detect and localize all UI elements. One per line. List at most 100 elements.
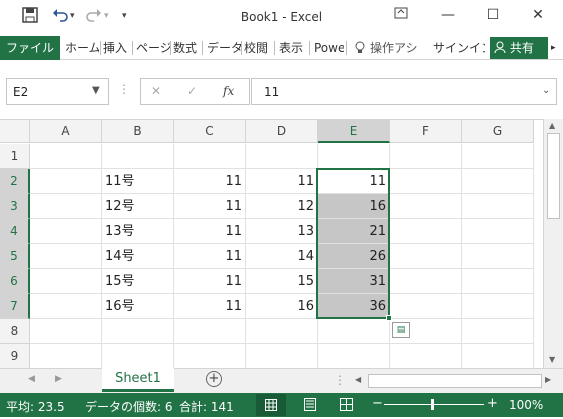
cell-a4[interactable] bbox=[30, 219, 102, 244]
insert-function-icon[interactable]: fx bbox=[223, 84, 234, 98]
cell-f6[interactable] bbox=[390, 269, 462, 294]
fill-handle[interactable] bbox=[386, 315, 392, 321]
add-sheet-icon[interactable]: + bbox=[206, 371, 222, 387]
cell-d5[interactable]: 14 bbox=[246, 244, 318, 269]
cell-c3[interactable]: 11 bbox=[174, 194, 246, 219]
cell-f7[interactable] bbox=[390, 294, 462, 319]
share-button[interactable]: 共有 bbox=[490, 37, 548, 59]
cell-c2[interactable]: 11 bbox=[174, 169, 246, 194]
cell-b2[interactable]: 11号 bbox=[102, 169, 174, 194]
cell-g5[interactable] bbox=[462, 244, 534, 269]
column-header-b[interactable]: B bbox=[102, 120, 174, 143]
tell-me-search[interactable]: 操作アシ bbox=[370, 36, 425, 60]
cell-b5[interactable]: 14号 bbox=[102, 244, 174, 269]
vertical-scrollbar[interactable]: ▲ ▼ bbox=[543, 119, 563, 368]
chevron-down-icon[interactable]: ▼ bbox=[92, 85, 100, 96]
cell-a2[interactable] bbox=[30, 169, 102, 194]
tab-file[interactable]: ファイル bbox=[0, 36, 60, 60]
cell-g4[interactable] bbox=[462, 219, 534, 244]
cell-g1[interactable] bbox=[462, 144, 534, 169]
cell-b6[interactable]: 15号 bbox=[102, 269, 174, 294]
name-box[interactable]: E2 ▼ bbox=[6, 78, 109, 105]
cell-c6[interactable]: 11 bbox=[174, 269, 246, 294]
column-header-d[interactable]: D bbox=[246, 120, 318, 143]
cell-d3[interactable]: 12 bbox=[246, 194, 318, 219]
tab-page-layout[interactable]: ページ bbox=[136, 36, 170, 60]
cell-d4[interactable]: 13 bbox=[246, 219, 318, 244]
cell-d7[interactable]: 16 bbox=[246, 294, 318, 319]
zoom-slider[interactable] bbox=[384, 404, 484, 405]
maximize-icon[interactable]: ☐ bbox=[478, 4, 508, 26]
page-break-preview-button[interactable] bbox=[340, 398, 353, 414]
cell-g7[interactable] bbox=[462, 294, 534, 319]
tab-power[interactable]: Powe bbox=[314, 36, 344, 60]
column-header-a[interactable]: A bbox=[30, 120, 102, 143]
sheet-tab-sheet1[interactable]: Sheet1 bbox=[102, 368, 174, 392]
cell-a9[interactable] bbox=[30, 344, 102, 368]
enter-icon[interactable]: ✓ bbox=[187, 84, 197, 98]
tab-home[interactable]: ホーム bbox=[65, 36, 99, 60]
ribbon-display-icon[interactable] bbox=[386, 4, 416, 26]
zoom-slider-thumb[interactable] bbox=[431, 399, 434, 410]
cell-d6[interactable]: 15 bbox=[246, 269, 318, 294]
cell-c1[interactable] bbox=[174, 144, 246, 169]
cell-d9[interactable] bbox=[246, 344, 318, 368]
cell-a6[interactable] bbox=[30, 269, 102, 294]
row-header-8[interactable]: 8 bbox=[0, 319, 30, 344]
zoom-out-icon[interactable]: − bbox=[372, 396, 383, 411]
row-header-3[interactable]: 3 bbox=[0, 194, 30, 219]
minimize-icon[interactable]: — bbox=[433, 4, 463, 26]
row-header-9[interactable]: 9 bbox=[0, 344, 30, 368]
scroll-down-icon[interactable]: ▼ bbox=[549, 355, 555, 364]
cell-g6[interactable] bbox=[462, 269, 534, 294]
cell-b1[interactable] bbox=[102, 144, 174, 169]
cell-f3[interactable] bbox=[390, 194, 462, 219]
row-header-2[interactable]: 2 bbox=[0, 169, 30, 194]
row-header-1[interactable]: 1 bbox=[0, 144, 30, 169]
zoom-in-icon[interactable]: + bbox=[487, 396, 498, 411]
vertical-scroll-thumb[interactable] bbox=[547, 133, 560, 219]
cell-f2[interactable] bbox=[390, 169, 462, 194]
cell-e8[interactable] bbox=[318, 319, 390, 344]
cell-c4[interactable]: 11 bbox=[174, 219, 246, 244]
normal-view-button[interactable] bbox=[256, 394, 286, 416]
column-header-f[interactable]: F bbox=[390, 120, 462, 143]
scroll-left-icon[interactable]: ◀ bbox=[355, 375, 361, 384]
cell-a7[interactable] bbox=[30, 294, 102, 319]
cell-b7[interactable]: 16号 bbox=[102, 294, 174, 319]
cell-g3[interactable] bbox=[462, 194, 534, 219]
cancel-icon[interactable]: ✕ bbox=[151, 84, 161, 98]
cell-d2[interactable]: 11 bbox=[246, 169, 318, 194]
scroll-right-icon[interactable]: ▶ bbox=[545, 375, 551, 384]
cell-g2[interactable] bbox=[462, 169, 534, 194]
cell-a1[interactable] bbox=[30, 144, 102, 169]
cell-e9[interactable] bbox=[318, 344, 390, 368]
tab-view[interactable]: 表示 bbox=[279, 36, 307, 60]
worksheet-grid[interactable]: ABCDEFG 1 2 11号 11 11 11 3 12号 11 12 16 4 13号 11 13 21 5… bbox=[0, 119, 543, 368]
cell-g8[interactable] bbox=[462, 319, 534, 344]
ribbon-scroll-icon[interactable]: ▸ bbox=[551, 36, 561, 60]
tab-formulas[interactable]: 数式 bbox=[173, 36, 201, 60]
tab-insert[interactable]: 挿入 bbox=[103, 36, 129, 60]
cell-c5[interactable]: 11 bbox=[174, 244, 246, 269]
cell-f1[interactable] bbox=[390, 144, 462, 169]
cell-g9[interactable] bbox=[462, 344, 534, 368]
cell-f9[interactable] bbox=[390, 344, 462, 368]
next-sheet-icon[interactable]: ▶ bbox=[55, 374, 62, 384]
cell-d8[interactable] bbox=[246, 319, 318, 344]
close-icon[interactable]: ✕ bbox=[523, 4, 553, 26]
cell-d1[interactable] bbox=[246, 144, 318, 169]
row-header-7[interactable]: 7 bbox=[0, 294, 30, 319]
horizontal-scrollbar[interactable] bbox=[368, 374, 542, 388]
cell-a8[interactable] bbox=[30, 319, 102, 344]
cell-b3[interactable]: 12号 bbox=[102, 194, 174, 219]
formula-input[interactable]: 11 ⌄ bbox=[251, 78, 557, 105]
select-all-corner[interactable] bbox=[0, 120, 30, 143]
cell-f4[interactable] bbox=[390, 219, 462, 244]
scroll-up-icon[interactable]: ▲ bbox=[549, 121, 555, 130]
row-header-5[interactable]: 5 bbox=[0, 244, 30, 269]
column-header-g[interactable]: G bbox=[462, 120, 534, 143]
column-header-c[interactable]: C bbox=[174, 120, 246, 143]
row-header-6[interactable]: 6 bbox=[0, 269, 30, 294]
expand-formula-icon[interactable]: ⌄ bbox=[542, 85, 550, 96]
